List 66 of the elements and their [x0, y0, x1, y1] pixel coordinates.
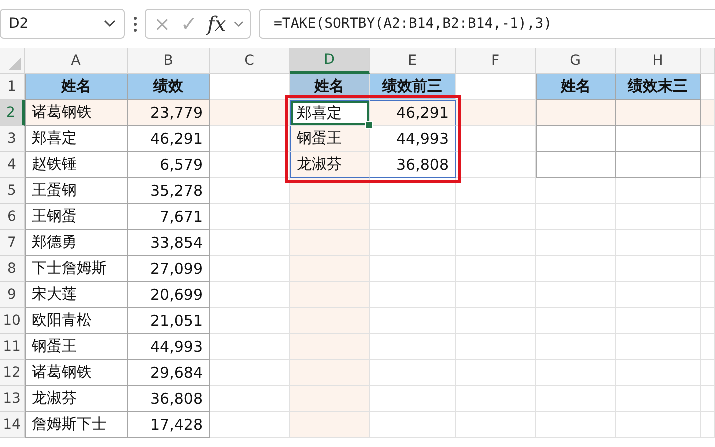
table-cell: 21,051: [128, 308, 210, 334]
table-cell: 赵铁锤: [25, 152, 128, 178]
column-header[interactable]: A: [25, 48, 128, 74]
table-cell: 17,428: [128, 412, 210, 438]
table-cell: 詹姆斯下士: [25, 412, 128, 438]
row-header[interactable]: 5: [0, 178, 25, 204]
chevron-down-icon: [234, 20, 244, 28]
insert-function-button[interactable]: fx: [206, 14, 228, 34]
row-header[interactable]: 9: [0, 282, 25, 308]
table-cell: 29,684: [128, 360, 210, 386]
header-cell: 绩效末三: [616, 74, 701, 100]
row-header[interactable]: 1: [0, 74, 25, 100]
table-cell: 诸葛钢铁: [25, 360, 128, 386]
table-cell: 郑德勇: [25, 230, 128, 256]
table-cell: 宋大莲: [25, 282, 128, 308]
row-header[interactable]: 8: [0, 256, 25, 282]
header-cell: 姓名: [25, 74, 128, 100]
row-header[interactable]: 6: [0, 204, 25, 230]
table-cell: 27,099: [128, 256, 210, 282]
table-cell: 诸葛钢铁: [25, 100, 128, 126]
table-cell: 44,993: [128, 334, 210, 360]
row-header[interactable]: 7: [0, 230, 25, 256]
row-header[interactable]: 13: [0, 386, 25, 412]
header-cell: 姓名: [536, 74, 616, 100]
column-header[interactable]: C: [210, 48, 290, 74]
column-header[interactable]: H: [616, 48, 701, 74]
table-cell: 35,278: [128, 178, 210, 204]
table-cell: 下士詹姆斯: [25, 256, 128, 282]
table-cell: 钢蛋王: [25, 334, 128, 360]
row-header[interactable]: 3: [0, 126, 25, 152]
chevron-down-icon: [104, 20, 116, 28]
table-cell: 46,291: [370, 100, 456, 126]
column-header[interactable]: G: [536, 48, 616, 74]
table-cell: 33,854: [128, 230, 210, 256]
column-header[interactable]: B: [128, 48, 210, 74]
formula-field[interactable]: =TAKE(SORTBY(A2:B14,B2:B14,-1),3): [259, 9, 715, 39]
row-header[interactable]: 4: [0, 152, 25, 178]
column-header[interactable]: F: [456, 48, 536, 74]
table-cell: 46,291: [128, 126, 210, 152]
table-cell: 7,671: [128, 204, 210, 230]
table-cell: 王钢蛋: [25, 204, 128, 230]
header-cell: 绩效: [128, 74, 210, 100]
table-cell: 王蛋钢: [25, 178, 128, 204]
table-cell: 36,808: [128, 386, 210, 412]
column-header[interactable]: E: [370, 48, 456, 74]
table-cell: 44,993: [370, 126, 456, 152]
column-header[interactable]: D: [290, 48, 370, 74]
row-header[interactable]: 11: [0, 334, 25, 360]
row-header[interactable]: 2: [0, 100, 25, 126]
table-cell: 36,808: [370, 152, 456, 178]
table-cell: 欧阳青松: [25, 308, 128, 334]
table-cell: 6,579: [128, 152, 210, 178]
row-header[interactable]: 14: [0, 412, 25, 438]
name-box[interactable]: D2: [0, 9, 125, 39]
table-cell: 钢蛋王: [290, 126, 370, 152]
table-cell: 龙淑芬: [25, 386, 128, 412]
table-cell: 23,779: [128, 100, 210, 126]
more-options-icon[interactable]: [133, 16, 137, 32]
fill-handle[interactable]: [365, 121, 373, 129]
table-cell: 郑喜定: [290, 100, 370, 126]
table-cell: 龙淑芬: [290, 152, 370, 178]
table-cell: 郑喜定: [25, 126, 128, 152]
corner-triangle-icon: [9, 58, 21, 70]
row-header[interactable]: 12: [0, 360, 25, 386]
row-header[interactable]: 10: [0, 308, 25, 334]
table-cell: 20,699: [128, 282, 210, 308]
